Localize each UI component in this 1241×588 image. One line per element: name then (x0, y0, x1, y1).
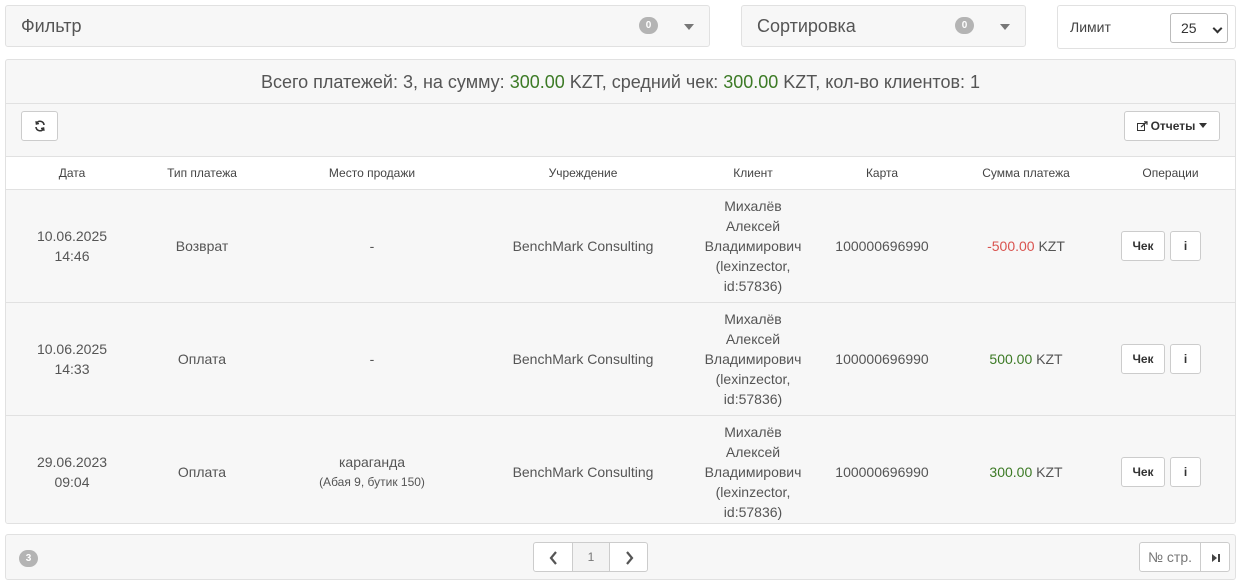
client-cell: Михалёв Алексей Владимирович (lexinzector, i… (688, 189, 818, 303)
skip-forward-icon (1212, 554, 1220, 562)
operations-cell: Чек i (1106, 302, 1235, 416)
total-count-badge: 3 (19, 550, 38, 567)
chevron-down-icon (1212, 23, 1223, 34)
column-header[interactable]: Сумма платежа (946, 156, 1106, 190)
amount-cell: 500.00 KZT (946, 302, 1106, 416)
check-button[interactable]: Чек (1121, 457, 1165, 487)
page-number-input[interactable]: № стр. (1139, 542, 1201, 572)
caret-down-icon (1199, 123, 1208, 128)
filter-label: Фильтр (21, 16, 82, 36)
column-header[interactable]: Место продажи (266, 156, 478, 190)
amount-cell: 300.00 KZT (946, 415, 1106, 523)
date-cell: 10.06.2025 14:46 (6, 189, 138, 303)
payments-panel: Всего платежей: 3, на сумму: 300.00 KZT,… (5, 59, 1236, 524)
organization-cell: BenchMark Consulting (478, 189, 688, 303)
go-to-page-button[interactable] (1200, 542, 1230, 572)
operations-cell: Чек i (1106, 415, 1235, 523)
amount-value: 300.00 (989, 464, 1033, 480)
column-header[interactable]: Клиент (688, 156, 818, 190)
place-cell: караганда (Абая 9, бутик 150) (266, 415, 478, 523)
operations-cell: Чек i (1106, 189, 1235, 303)
sort-count-badge: 0 (955, 17, 974, 34)
column-header[interactable]: Тип платежа (138, 156, 266, 190)
chevron-right-icon (626, 551, 634, 565)
chevron-down-icon (1000, 24, 1010, 30)
limit-label: Лимит (1070, 19, 1111, 35)
limit-value: 25 (1181, 20, 1197, 36)
info-button[interactable]: i (1170, 457, 1201, 487)
reports-label: Отчеты (1150, 119, 1196, 133)
card-cell: 100000696990 (818, 302, 946, 416)
limit-select[interactable]: 25 (1170, 13, 1228, 43)
share-icon (1136, 121, 1148, 131)
refresh-button[interactable] (21, 111, 58, 141)
sort-dropdown[interactable]: Сортировка 0 (741, 5, 1026, 47)
table-row: 10.06.2025 14:33 Оплата - BenchMark Consu… (6, 302, 1235, 416)
next-page-button[interactable] (609, 542, 648, 572)
amount-value: 500.00 (989, 351, 1033, 367)
chevron-left-icon (549, 551, 557, 565)
reports-button[interactable]: Отчеты (1124, 111, 1220, 141)
place-cell: - (266, 302, 478, 416)
column-header: Операции (1106, 156, 1235, 190)
table-row: 29.06.2023 09:04 Оплата караганда (Абая 9,… (6, 415, 1235, 523)
limit-box: Лимит 25 (1057, 5, 1236, 49)
amount-value: -500.00 (987, 238, 1035, 254)
pagination-bar: 3 1 № стр. (5, 534, 1236, 580)
client-cell: Михалёв Алексей Владимирович (lexinzector, i… (688, 415, 818, 523)
card-cell: 100000696990 (818, 415, 946, 523)
prev-page-button[interactable] (533, 542, 573, 572)
current-page[interactable]: 1 (572, 542, 610, 572)
card-cell: 100000696990 (818, 189, 946, 303)
type-cell: Возврат (138, 189, 266, 303)
organization-cell: BenchMark Consulting (478, 302, 688, 416)
amount-cell: -500.00 KZT (946, 189, 1106, 303)
client-cell: Михалёв Алексей Владимирович (lexinzector, i… (688, 302, 818, 416)
table-row: 10.06.2025 14:46 Возврат - BenchMark Cons… (6, 189, 1235, 303)
payments-table: Дата Тип платежа Место продажи Учреждени… (6, 156, 1235, 523)
summary-line: Всего платежей: 3, на сумму: 300.00 KZT,… (6, 60, 1235, 104)
type-cell: Оплата (138, 415, 266, 523)
table-header-row: Дата Тип платежа Место продажи Учреждени… (6, 156, 1235, 190)
place-cell: - (266, 189, 478, 303)
filter-count-badge: 0 (639, 17, 658, 34)
info-button[interactable]: i (1170, 344, 1201, 374)
date-cell: 10.06.2025 14:33 (6, 302, 138, 416)
filter-dropdown[interactable]: Фильтр 0 (5, 5, 710, 47)
chevron-down-icon (684, 24, 694, 30)
column-header[interactable]: Учреждение (478, 156, 688, 190)
organization-cell: BenchMark Consulting (478, 415, 688, 523)
sort-label: Сортировка (757, 16, 856, 36)
summary-average: 300.00 (723, 72, 779, 92)
column-header[interactable]: Карта (818, 156, 946, 190)
info-button[interactable]: i (1170, 231, 1201, 261)
check-button[interactable]: Чек (1121, 231, 1165, 261)
summary-total: 300.00 (509, 72, 565, 92)
refresh-icon (34, 120, 45, 132)
type-cell: Оплата (138, 302, 266, 416)
column-header[interactable]: Дата (6, 156, 138, 190)
check-button[interactable]: Чек (1121, 344, 1165, 374)
date-cell: 29.06.2023 09:04 (6, 415, 138, 523)
